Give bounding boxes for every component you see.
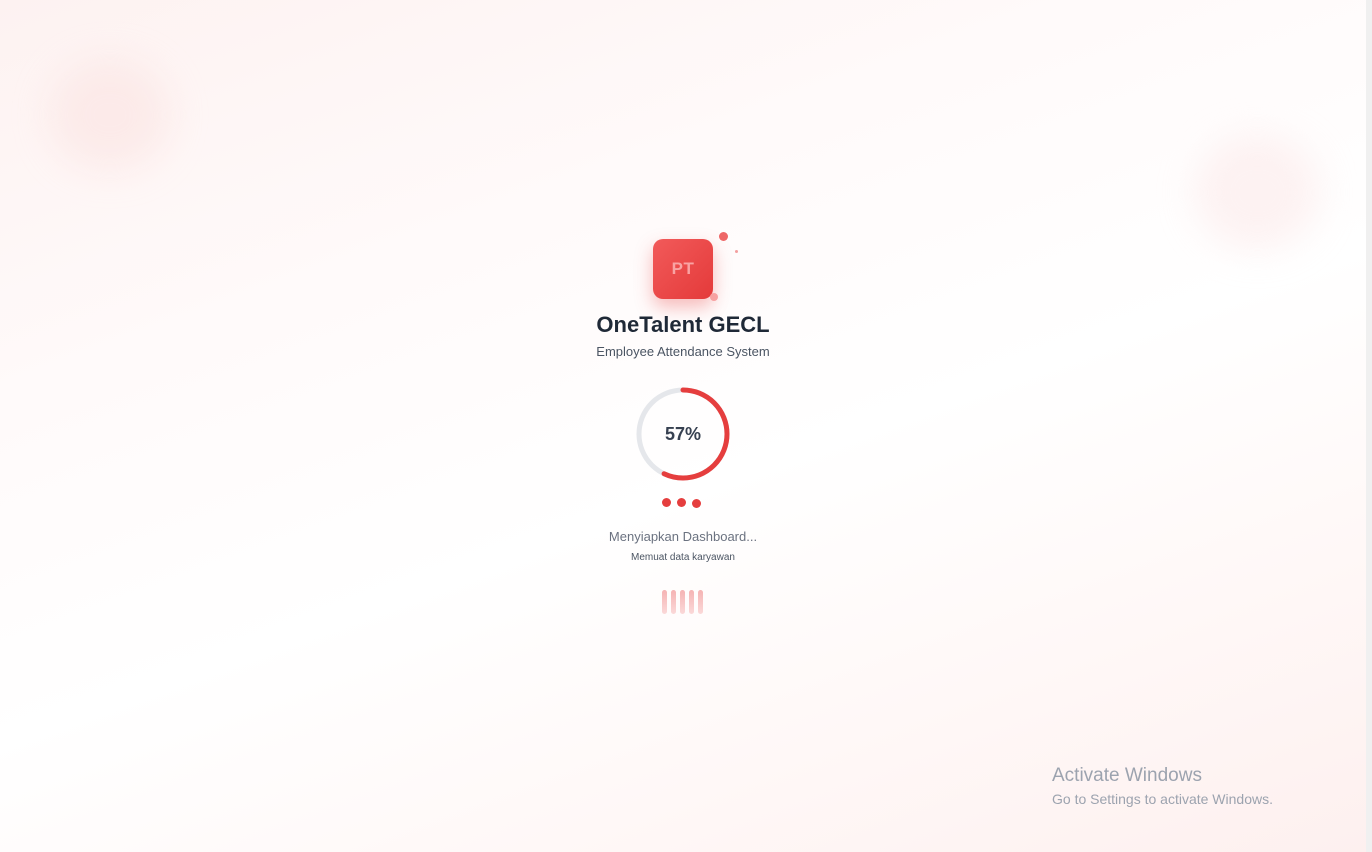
decorative-dot-icon [735, 250, 738, 253]
loading-bars-icon [662, 590, 706, 615]
loading-bar [662, 590, 667, 614]
progress-percent: 57% [664, 423, 702, 444]
pt-logo-icon: PT [653, 239, 713, 299]
background-blob-right [1195, 135, 1320, 250]
windows-activation-watermark: Activate Windows Go to Settings to activ… [1052, 764, 1273, 809]
loading-bar [698, 590, 703, 614]
decorative-dot-icon [710, 293, 718, 301]
loading-screen: PT OneTalent GECL Employee Attendance Sy… [583, 230, 783, 630]
loading-bar [689, 590, 694, 614]
pulse-dot [677, 498, 686, 507]
pulse-dots-icon [662, 498, 704, 510]
decorative-dot-icon [719, 232, 728, 241]
app-title: OneTalent GECL [596, 312, 770, 337]
logo-text: PT [671, 259, 695, 278]
app-subtitle: Employee Attendance System [596, 344, 770, 359]
status-message: Menyiapkan Dashboard... [608, 529, 758, 544]
pulse-dot [692, 499, 701, 508]
status-detail: Memuat data karyawan [631, 552, 735, 563]
pulse-dot [662, 498, 671, 507]
watermark-title: Activate Windows [1052, 765, 1202, 786]
scrollbar[interactable] [1366, 0, 1372, 852]
watermark-subtitle: Go to Settings to activate Windows. [1052, 791, 1273, 807]
loading-bar [671, 590, 676, 614]
logo-container: PT [653, 232, 738, 301]
loading-bar [680, 590, 685, 614]
background-blob-left [50, 60, 170, 170]
